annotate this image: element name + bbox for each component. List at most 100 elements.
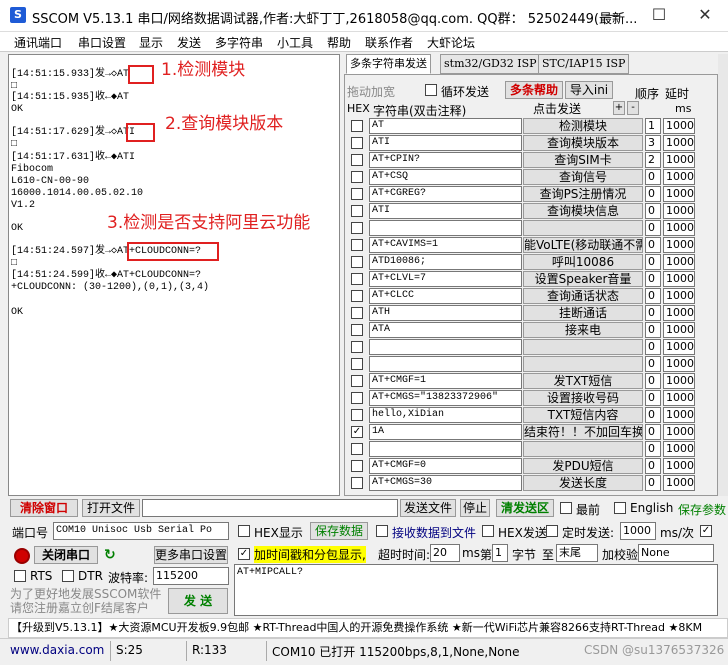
website-link[interactable]: www.daxia.com [10, 643, 104, 657]
command-field[interactable]: hello,XiDian [369, 407, 522, 423]
send-string-button[interactable] [523, 441, 643, 457]
order-field[interactable]: 0 [645, 169, 661, 185]
command-field[interactable]: 1A [369, 424, 522, 440]
hex-checkbox[interactable] [351, 443, 363, 455]
save-data-button[interactable]: 保存数据 [310, 522, 368, 540]
dtr-checkbox[interactable] [62, 570, 74, 582]
delay-field[interactable]: 1000 [663, 390, 695, 406]
send-string-button[interactable]: 查询PS注册情况 [523, 186, 643, 202]
send-string-button[interactable]: 设置接收号码 [523, 390, 643, 406]
order-field[interactable]: 1 [645, 118, 661, 134]
command-field[interactable] [369, 339, 522, 355]
multi-help-button[interactable]: 多条帮助 [505, 81, 563, 99]
hex-checkbox[interactable] [351, 358, 363, 370]
send-button[interactable]: 发 送 [168, 588, 228, 614]
hex-checkbox[interactable]: ✓ [351, 426, 363, 438]
nth-field[interactable]: 1 [492, 544, 508, 562]
order-field[interactable]: 0 [645, 458, 661, 474]
hex-checkbox[interactable] [351, 188, 363, 200]
command-field[interactable]: ATD10086; [369, 254, 522, 270]
hex-checkbox[interactable] [351, 307, 363, 319]
command-field[interactable]: ATH [369, 305, 522, 321]
command-field[interactable]: AT+CMGS=30 [369, 475, 522, 491]
delay-field[interactable]: 1000 [663, 169, 695, 185]
delay-field[interactable]: 1000 [663, 356, 695, 372]
latest-checkbox[interactable] [560, 502, 572, 514]
menu-item-send[interactable]: 发送 [177, 34, 201, 51]
hex-checkbox[interactable] [351, 290, 363, 302]
drag-widen-label[interactable]: 拖动加宽 [347, 83, 395, 100]
delay-field[interactable]: 1000 [663, 441, 695, 457]
hex-checkbox[interactable] [351, 137, 363, 149]
end-select[interactable]: 末尾 [556, 544, 598, 562]
hex-checkbox[interactable] [351, 392, 363, 404]
order-field[interactable]: 0 [645, 254, 661, 270]
port-select[interactable]: COM10 Unisoc Usb Serial Po [53, 522, 229, 540]
command-field[interactable]: AT+CMGS="13823372906" [369, 390, 522, 406]
menu-item-display[interactable]: 显示 [139, 34, 163, 51]
english-checkbox[interactable] [614, 502, 626, 514]
command-field[interactable] [369, 441, 522, 457]
delay-field[interactable]: 1000 [663, 237, 695, 253]
hex-checkbox[interactable] [351, 239, 363, 251]
delay-field[interactable]: 1000 [663, 135, 695, 151]
menu-item-multi-string[interactable]: 多字符串 [215, 34, 263, 51]
hex-checkbox[interactable] [351, 256, 363, 268]
baud-select[interactable]: 115200 [153, 567, 229, 585]
menu-item-help[interactable]: 帮助 [327, 34, 351, 51]
send-string-button[interactable]: 查询通话状态 [523, 288, 643, 304]
send-string-button[interactable]: 发TXT短信 [523, 373, 643, 389]
delay-field[interactable]: 1000 [663, 254, 695, 270]
hex-checkbox[interactable] [351, 324, 363, 336]
send-string-button[interactable] [523, 220, 643, 236]
send-textarea[interactable]: AT+MIPCALL? [234, 564, 718, 616]
send-string-button[interactable]: 检测模块 [523, 118, 643, 134]
minimize-button[interactable]: — [590, 4, 636, 28]
send-string-button[interactable]: 挂断通话 [523, 305, 643, 321]
send-string-button[interactable]: 查询SIM卡 [523, 152, 643, 168]
clear-window-button[interactable]: 清除窗口 [10, 499, 78, 517]
command-field[interactable]: AT+CMGF=0 [369, 458, 522, 474]
command-field[interactable]: AT+CPIN? [369, 152, 522, 168]
send-string-button[interactable]: 接来电 [523, 322, 643, 338]
delay-field[interactable]: 1000 [663, 458, 695, 474]
hex-checkbox[interactable] [351, 375, 363, 387]
command-field[interactable]: ATA [369, 322, 522, 338]
order-field[interactable]: 0 [645, 288, 661, 304]
send-string-button[interactable]: 查询模块版本 [523, 135, 643, 151]
loop-send-checkbox[interactable] [425, 84, 437, 96]
delay-field[interactable]: 1000 [663, 339, 695, 355]
tab-stc-isp[interactable]: STC/IAP15 ISP [538, 54, 630, 74]
promo-text[interactable]: 为了更好地发展SSCOM软件 请您注册嘉立创F结尾客户 [10, 587, 161, 615]
delay-field[interactable]: 1000 [663, 203, 695, 219]
order-field[interactable]: 0 [645, 373, 661, 389]
order-field[interactable]: 0 [645, 356, 661, 372]
delay-field[interactable]: 1000 [663, 186, 695, 202]
close-port-button[interactable]: 关闭串口 [34, 546, 98, 564]
command-field[interactable]: ATI [369, 135, 522, 151]
hex-checkbox[interactable] [351, 154, 363, 166]
send-string-button[interactable]: 设置Speaker音量 [523, 271, 643, 287]
delay-field[interactable]: 1000 [663, 152, 695, 168]
order-field[interactable]: 0 [645, 475, 661, 491]
hex-checkbox[interactable] [351, 273, 363, 285]
delay-field[interactable]: 1000 [663, 271, 695, 287]
delay-field[interactable]: 1000 [663, 373, 695, 389]
hex-checkbox[interactable] [351, 477, 363, 489]
close-button[interactable]: ✕ [682, 4, 728, 28]
hex-checkbox[interactable] [351, 341, 363, 353]
hex-checkbox[interactable] [351, 120, 363, 132]
order-field[interactable]: 3 [645, 135, 661, 151]
clear-send-area-button[interactable]: 清发送区 [496, 499, 554, 517]
delay-field[interactable]: 1000 [663, 305, 695, 321]
order-field[interactable]: 2 [645, 152, 661, 168]
hex-checkbox[interactable] [351, 460, 363, 472]
timed-send-checkbox[interactable] [546, 525, 558, 537]
send-string-button[interactable]: TXT短信内容 [523, 407, 643, 423]
hex-checkbox[interactable] [351, 409, 363, 421]
send-string-button[interactable]: 查询信号 [523, 169, 643, 185]
hex-checkbox[interactable] [351, 205, 363, 217]
command-field[interactable]: ATI [369, 203, 522, 219]
send-string-button[interactable]: 查询模块信息 [523, 203, 643, 219]
menu-item-tools[interactable]: 小工具 [277, 34, 313, 51]
